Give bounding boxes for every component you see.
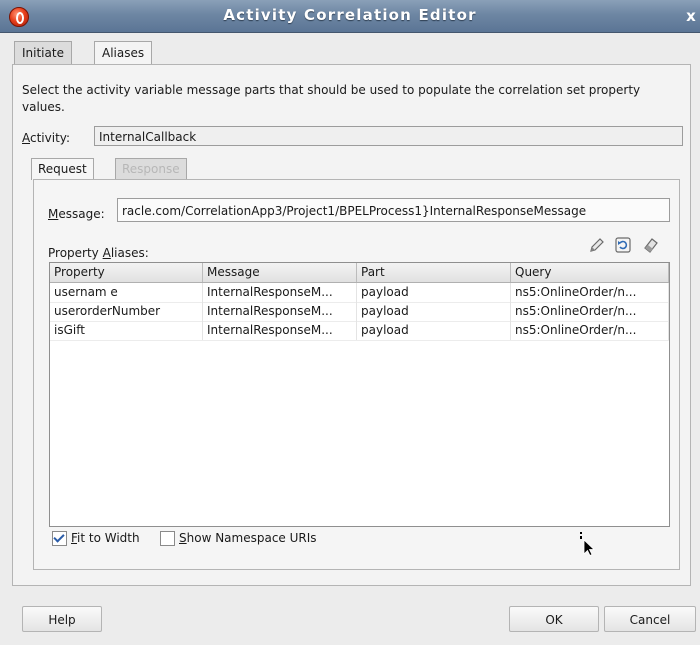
column-header-part[interactable]: Part: [357, 263, 511, 282]
help-button[interactable]: Help: [22, 606, 102, 632]
activity-field[interactable]: InternalCallback: [94, 126, 683, 146]
fit-to-width-checkbox[interactable]: Fit to Width: [52, 530, 140, 546]
cell-message: InternalResponseM...: [203, 283, 357, 302]
activity-label: Activity:: [22, 131, 70, 145]
table-row[interactable]: isGift InternalResponseM... payload ns5:…: [50, 321, 669, 341]
tab-request[interactable]: Request: [31, 158, 94, 180]
cell-part: payload: [357, 302, 511, 321]
dialog-window: Activity Correlation Editor x Initiate A…: [0, 0, 700, 645]
cell-part: payload: [357, 283, 511, 302]
eraser-icon[interactable]: [641, 235, 661, 255]
instructions-text: Select the activity variable message par…: [22, 83, 641, 114]
column-header-message[interactable]: Message: [203, 263, 357, 282]
window-title: Activity Correlation Editor: [223, 6, 477, 24]
cell-query: ns5:OnlineOrder/n...: [511, 321, 669, 340]
message-field[interactable]: racle.com/CorrelationApp3/Project1/BPELP…: [117, 198, 670, 222]
message-label-hotkey: M: [48, 207, 59, 221]
tab-initiate[interactable]: Initiate: [14, 41, 72, 64]
fit-label: it to Width: [77, 531, 140, 545]
table-row[interactable]: usernam e InternalResponseM... payload n…: [50, 283, 669, 303]
cell-property: isGift: [50, 321, 203, 340]
title-bar[interactable]: Activity Correlation Editor x: [0, 0, 700, 33]
aliases-label-rest: liases:: [110, 246, 149, 260]
column-header-property[interactable]: Property: [50, 263, 203, 282]
checkbox-checked-icon[interactable]: [52, 531, 67, 546]
cell-property: userorderNumber: [50, 302, 203, 321]
property-aliases-table[interactable]: Property Message Part Query usernam e In…: [49, 262, 670, 527]
cancel-button[interactable]: Cancel: [604, 606, 696, 632]
cell-message: InternalResponseM...: [203, 321, 357, 340]
edit-icon[interactable]: [587, 235, 607, 255]
ok-button[interactable]: OK: [509, 606, 599, 632]
ns-label: how Namespace URIs: [186, 531, 317, 545]
aliases-label-prefix: Property: [48, 246, 103, 260]
tab-response: Response: [115, 158, 187, 179]
cell-query: ns5:OnlineOrder/n...: [511, 283, 669, 302]
show-namespace-checkbox[interactable]: Show Namespace URIs: [160, 530, 317, 546]
mouse-cursor-icon: [580, 532, 596, 556]
refresh-icon[interactable]: [613, 235, 633, 255]
activity-label-hotkey: A: [22, 131, 30, 145]
cell-query: ns5:OnlineOrder/n...: [511, 302, 669, 321]
message-label: Message:: [48, 207, 105, 221]
aliases-label-hotkey: A: [102, 246, 111, 260]
table-header: Property Message Part Query: [50, 263, 669, 283]
checkbox-unchecked-icon[interactable]: [160, 531, 175, 546]
tab-aliases[interactable]: Aliases: [94, 41, 153, 65]
activity-label-rest: ctivity:: [30, 131, 71, 145]
table-row[interactable]: userorderNumber InternalResponseM... pay…: [50, 302, 669, 322]
cell-message: InternalResponseM...: [203, 302, 357, 321]
close-button[interactable]: x: [682, 7, 700, 25]
ns-hotkey: S: [179, 531, 187, 545]
cell-part: payload: [357, 321, 511, 340]
property-aliases-label: Property Aliases:: [48, 246, 149, 260]
message-label-rest: essage:: [58, 207, 105, 221]
column-header-query[interactable]: Query: [511, 263, 669, 282]
cell-property: usernam e: [50, 283, 203, 302]
